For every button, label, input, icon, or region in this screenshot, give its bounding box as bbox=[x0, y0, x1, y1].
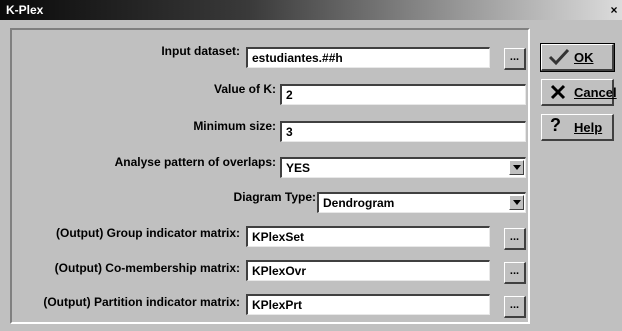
input-dataset-browse-button[interactable]: ... bbox=[504, 48, 526, 70]
group-indicator-field[interactable]: KPlexSet bbox=[246, 226, 490, 247]
question-icon: ? bbox=[550, 115, 561, 135]
chevron-down-icon[interactable] bbox=[509, 195, 524, 210]
ok-button[interactable]: OK bbox=[540, 43, 615, 72]
ok-label: OK bbox=[574, 50, 594, 65]
chevron-down-icon[interactable] bbox=[509, 160, 524, 175]
comembership-label: (Output) Co-membership matrix: bbox=[54, 261, 240, 275]
cancel-button[interactable]: Cancel bbox=[541, 79, 617, 106]
checkmark-icon bbox=[548, 48, 570, 69]
analyse-overlaps-value: YES bbox=[286, 161, 311, 175]
help-button[interactable]: ? Help bbox=[541, 114, 614, 141]
value-of-k-label: Value of K: bbox=[213, 82, 276, 96]
minimum-size-field[interactable]: 3 bbox=[280, 121, 526, 142]
analyse-overlaps-select[interactable]: YES bbox=[280, 157, 526, 178]
partition-indicator-label: (Output) Partition indicator matrix: bbox=[43, 295, 240, 309]
help-label: Help bbox=[574, 120, 603, 135]
group-indicator-label: (Output) Group indicator matrix: bbox=[56, 226, 240, 240]
x-icon bbox=[548, 83, 568, 104]
analyse-overlaps-label: Analyse pattern of overlaps: bbox=[114, 155, 276, 169]
title-bar[interactable]: K-Plex × bbox=[0, 0, 622, 20]
comembership-field[interactable]: KPlexOvr bbox=[246, 260, 490, 281]
input-dataset-field[interactable]: estudiantes.##h bbox=[246, 47, 490, 68]
value-of-k-field[interactable]: 2 bbox=[280, 84, 526, 105]
input-dataset-label: Input dataset: bbox=[161, 44, 240, 58]
close-icon[interactable]: × bbox=[607, 3, 621, 17]
diagram-type-label: Diagram Type: bbox=[233, 190, 316, 204]
minimum-size-label: Minimum size: bbox=[193, 119, 276, 133]
diagram-type-value: Dendrogram bbox=[323, 196, 395, 210]
partition-indicator-field[interactable]: KPlexPrt bbox=[246, 294, 490, 315]
group-indicator-browse-button[interactable]: ... bbox=[504, 228, 526, 250]
window-title: K-Plex bbox=[6, 3, 44, 17]
kplex-dialog: K-Plex × Input dataset: estudiantes.##h … bbox=[0, 0, 622, 331]
comembership-browse-button[interactable]: ... bbox=[504, 262, 526, 284]
partition-indicator-browse-button[interactable]: ... bbox=[504, 296, 526, 318]
cancel-label: Cancel bbox=[574, 85, 617, 100]
diagram-type-select[interactable]: Dendrogram bbox=[317, 192, 526, 213]
